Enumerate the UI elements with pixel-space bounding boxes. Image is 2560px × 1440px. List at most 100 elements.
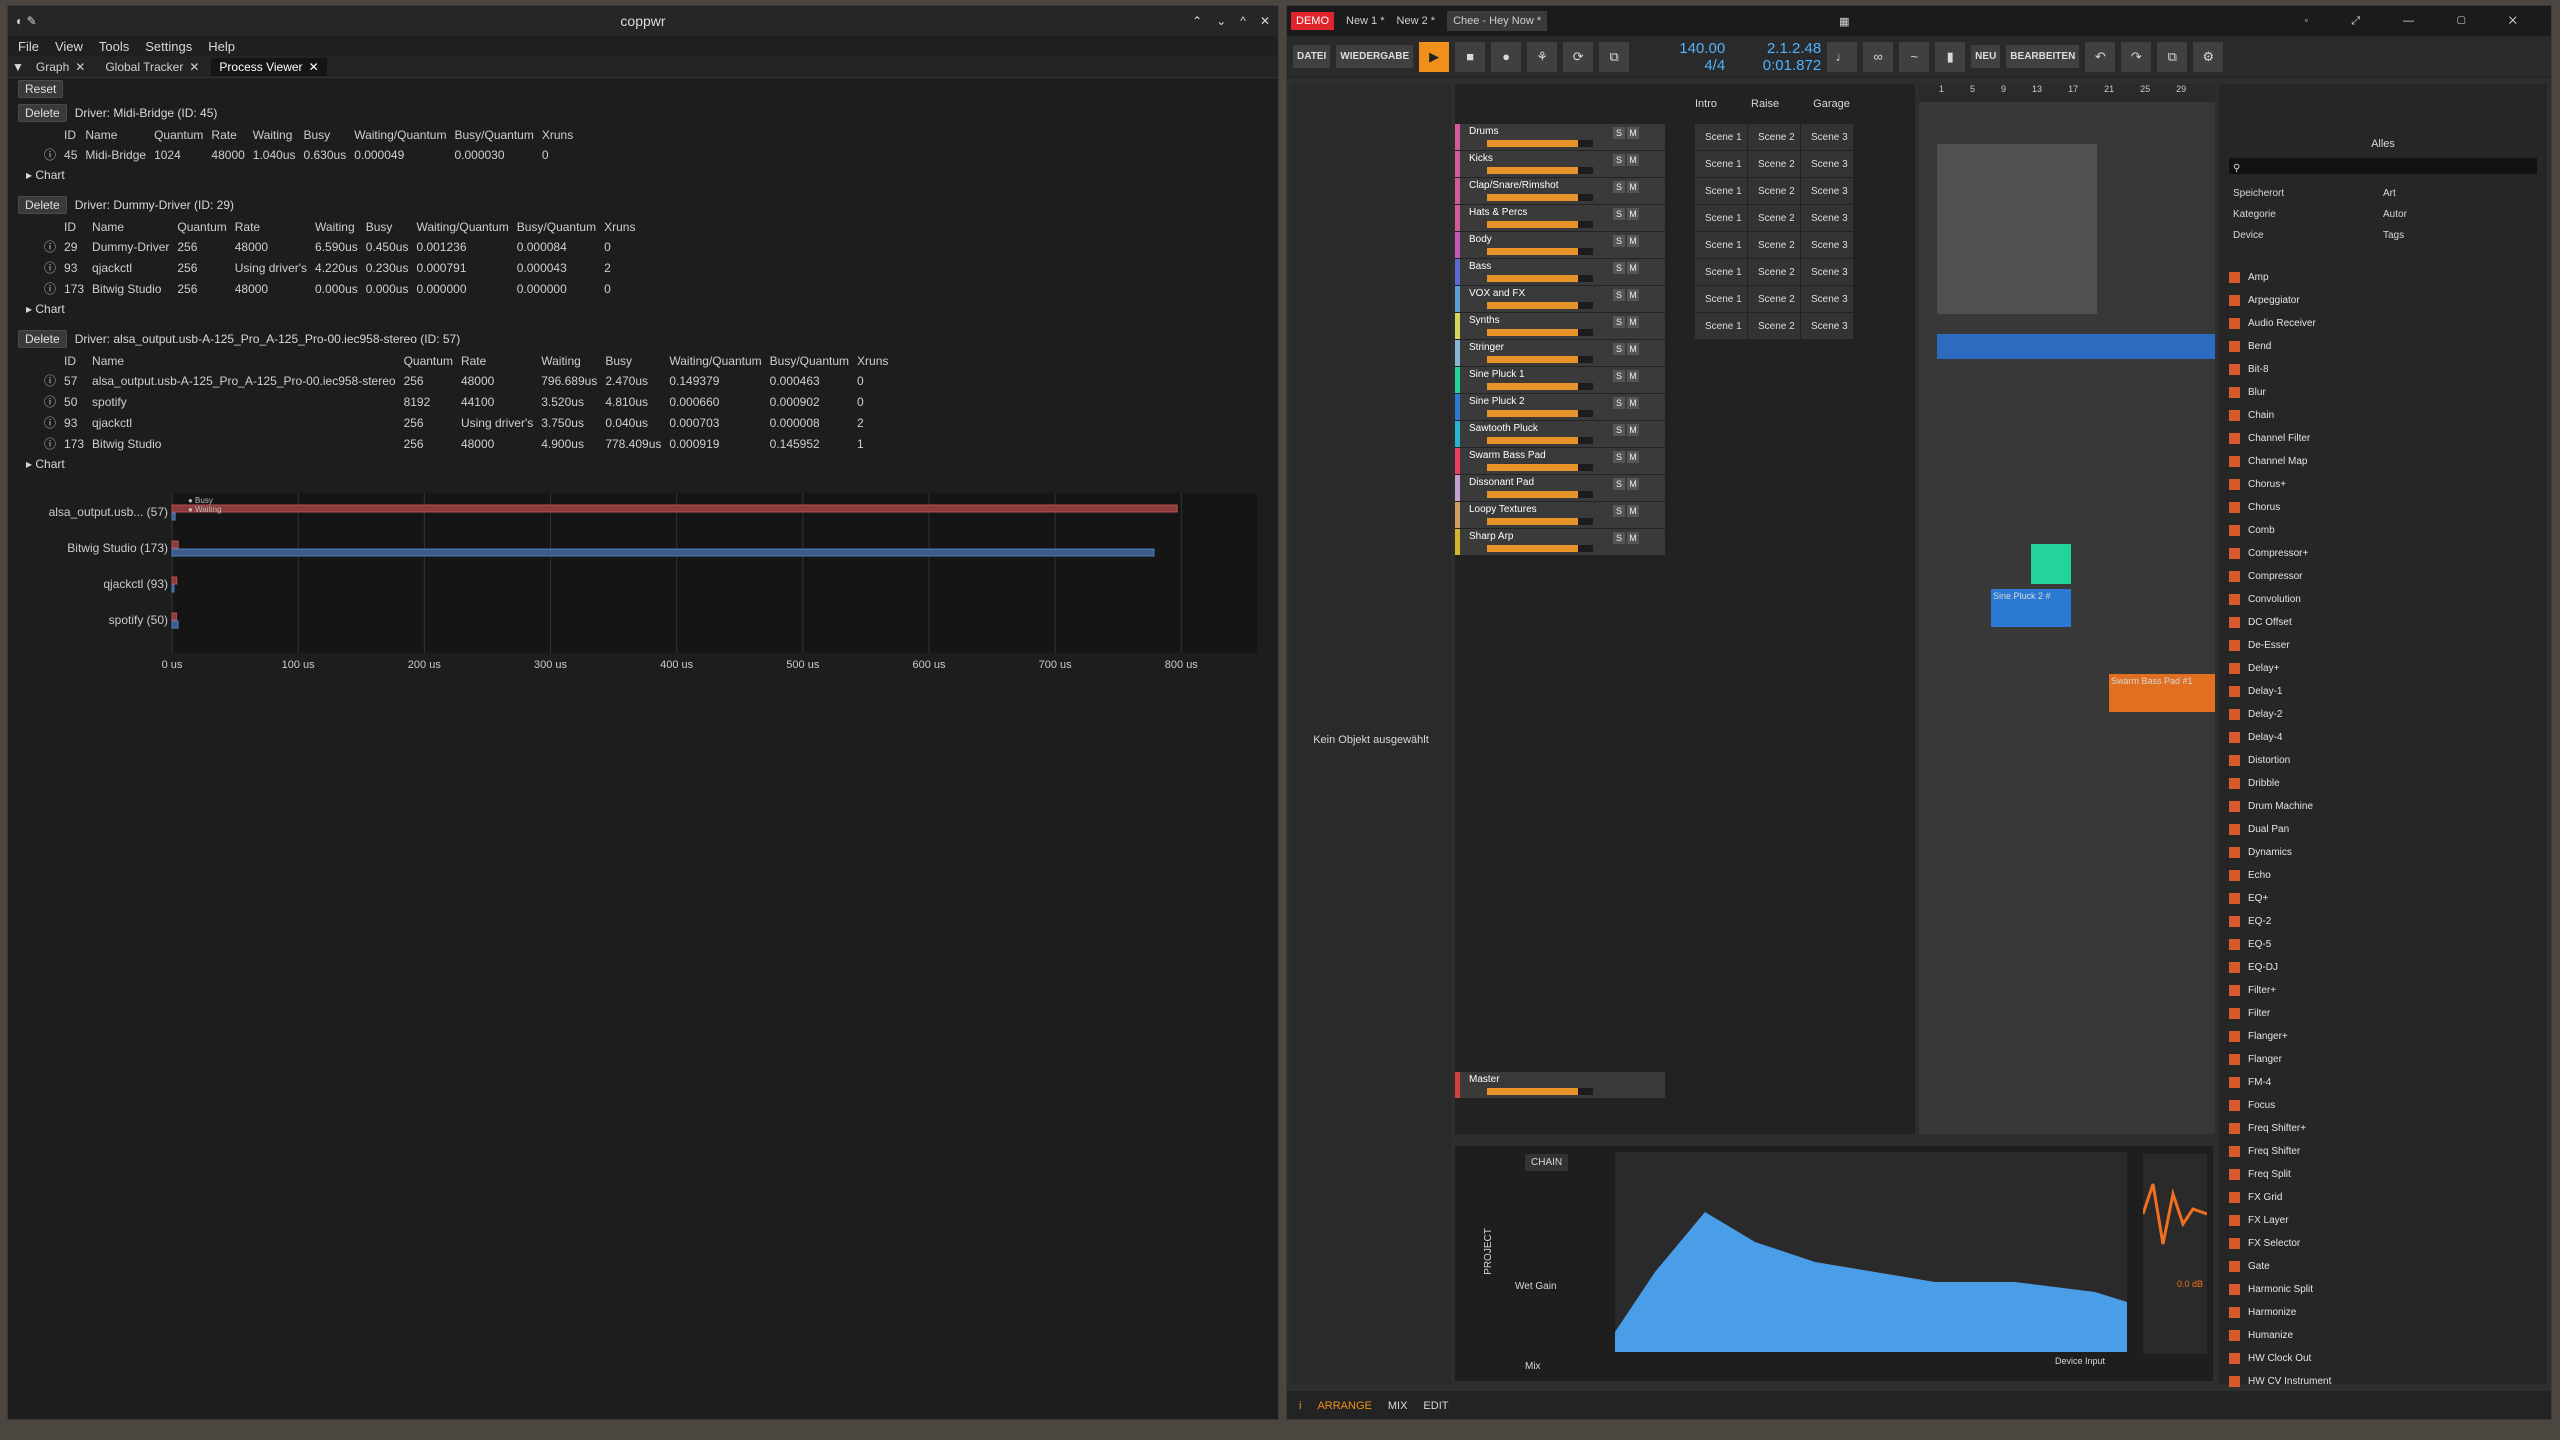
chevron-up-icon[interactable]: ⌃ <box>1192 14 1202 28</box>
close-icon[interactable]: ✕ <box>75 60 85 74</box>
device-list-item[interactable]: Filter <box>2223 1002 2433 1025</box>
menu-file[interactable]: File <box>18 39 39 54</box>
timeline-ruler[interactable]: 1 5 9 13 17 21 25 29 <box>1919 84 2215 102</box>
device-list-item[interactable]: Arpeggiator <box>2223 289 2433 312</box>
volume-fader[interactable] <box>1487 545 1593 552</box>
menu-settings[interactable]: Settings <box>145 39 192 54</box>
tab-menu-icon[interactable]: ▼ <box>12 60 24 74</box>
tab-project[interactable]: Chee - Hey Now * <box>1447 11 1548 31</box>
overdub-icon[interactable]: ⧉ <box>1599 41 1630 72</box>
window-controls[interactable]: ⌃ ⌄ ^ ✕ <box>1192 14 1270 28</box>
device-list-item[interactable]: Channel Filter <box>2223 427 2433 450</box>
automation-icon[interactable]: ⚘ <box>1527 41 1558 72</box>
clip-slot[interactable]: Scene 2 <box>1748 259 1800 286</box>
solo-button[interactable]: S <box>1613 235 1625 247</box>
device-list-item[interactable]: Chain <box>2223 404 2433 427</box>
reset-button[interactable]: Reset <box>18 80 64 98</box>
track-header[interactable]: Body S M <box>1455 232 1665 259</box>
track-header[interactable]: Kicks S M <box>1455 151 1665 178</box>
solo-button[interactable]: S <box>1613 316 1625 328</box>
tab-new2[interactable]: New 2 * <box>1397 15 1436 27</box>
clip-slot[interactable]: Scene 1 <box>1695 151 1747 178</box>
volume-fader[interactable] <box>1487 221 1593 228</box>
filter-item[interactable]: Art <box>2383 188 2533 199</box>
device-list-item[interactable]: Gate <box>2223 1255 2433 1278</box>
scene-header[interactable]: Intro <box>1695 98 1717 110</box>
sine-pluck-2-clip[interactable]: Sine Pluck 2 # <box>1991 589 2071 627</box>
device-list-item[interactable]: Bend <box>2223 335 2433 358</box>
mute-button[interactable]: M <box>1627 424 1639 436</box>
info-icon[interactable]: ⓘ <box>44 370 64 391</box>
mute-button[interactable]: M <box>1627 505 1639 517</box>
solo-button[interactable]: S <box>1613 451 1625 463</box>
device-list-item[interactable]: FX Layer <box>2223 1209 2433 1232</box>
mute-button[interactable]: M <box>1627 532 1639 544</box>
clip-slot[interactable]: Scene 1 <box>1695 259 1747 286</box>
mute-button[interactable]: M <box>1627 343 1639 355</box>
solo-button[interactable]: S <box>1613 505 1625 517</box>
grid-icon[interactable]: ▦ <box>1839 15 1849 28</box>
device-list-item[interactable]: Amp <box>2223 266 2433 289</box>
window-controls[interactable]: ◦ ⤢ — ▢ ✕ <box>2304 15 2537 28</box>
volume-fader[interactable] <box>1487 302 1593 309</box>
device-list-item[interactable]: Freq Shifter <box>2223 1140 2433 1163</box>
device-list-item[interactable]: Freq Split <box>2223 1163 2433 1186</box>
device-list-item[interactable]: Channel Map <box>2223 450 2433 473</box>
device-list-item[interactable]: Chorus <box>2223 496 2433 519</box>
mix-tab[interactable]: MIX <box>1388 1400 1408 1412</box>
volume-fader[interactable] <box>1487 275 1593 282</box>
device-list-item[interactable]: Harmonize <box>2223 1301 2433 1324</box>
track-header[interactable]: Stringer S M <box>1455 340 1665 367</box>
loop-icon[interactable]: ⟳ <box>1563 41 1594 72</box>
datei-button[interactable]: DATEI <box>1293 45 1331 68</box>
solo-button[interactable]: S <box>1613 154 1625 166</box>
solo-button[interactable]: S <box>1613 343 1625 355</box>
device-list-item[interactable]: Delay-1 <box>2223 680 2433 703</box>
time-signature[interactable]: 4/4 <box>1635 57 1725 74</box>
track-header[interactable]: VOX and FX S M <box>1455 286 1665 313</box>
browser-search[interactable]: ⚲ <box>2229 158 2537 174</box>
device-list-item[interactable]: Freq Shifter+ <box>2223 1117 2433 1140</box>
solo-button[interactable]: S <box>1613 208 1625 220</box>
info-icon[interactable]: ⓘ <box>44 412 64 433</box>
clip-slot[interactable]: Scene 3 <box>1801 232 1853 259</box>
clip-slot[interactable]: Scene 1 <box>1695 205 1747 232</box>
device-list-item[interactable]: Delay+ <box>2223 657 2433 680</box>
chart-toggle[interactable]: ▸ Chart <box>26 302 1268 316</box>
delete-button[interactable]: Delete <box>18 330 67 348</box>
mute-button[interactable]: M <box>1627 478 1639 490</box>
bearbeiten-button[interactable]: BEARBEITEN <box>2006 45 2080 68</box>
clip-slot[interactable]: Scene 2 <box>1748 205 1800 232</box>
device-list-item[interactable]: EQ+ <box>2223 887 2433 910</box>
menu-view[interactable]: View <box>55 39 83 54</box>
chevron-down-icon[interactable]: ⌄ <box>1216 14 1226 28</box>
tab-process-viewer[interactable]: Process Viewer ✕ <box>211 57 327 76</box>
scene-header[interactable]: Garage <box>1813 98 1850 110</box>
mute-button[interactable]: M <box>1627 316 1639 328</box>
device-input-label[interactable]: Device Input <box>2055 1356 2105 1366</box>
menu-help[interactable]: Help <box>208 39 235 54</box>
device-list-item[interactable]: Blur <box>2223 381 2433 404</box>
device-list-item[interactable]: FM-4 <box>2223 1071 2433 1094</box>
track-header[interactable]: Dissonant Pad S M <box>1455 475 1665 502</box>
info-icon[interactable]: ⓘ <box>44 278 64 299</box>
clip-slot[interactable]: Scene 2 <box>1748 151 1800 178</box>
clip-slot[interactable]: Scene 2 <box>1748 232 1800 259</box>
volume-fader[interactable] <box>1487 518 1593 525</box>
scene-header[interactable]: Raise <box>1751 98 1779 110</box>
device-list-item[interactable]: Drum Machine <box>2223 795 2433 818</box>
device-list-item[interactable]: EQ-DJ <box>2223 956 2433 979</box>
info-icon[interactable]: ⓘ <box>44 391 64 412</box>
mute-button[interactable]: M <box>1627 370 1639 382</box>
edit-tab[interactable]: EDIT <box>1423 1400 1448 1412</box>
clip-slot[interactable]: Scene 2 <box>1748 286 1800 313</box>
tab-new1[interactable]: New 1 * <box>1346 15 1385 27</box>
volume-fader[interactable] <box>1487 194 1593 201</box>
device-list-item[interactable]: Compressor <box>2223 565 2433 588</box>
clip-slot[interactable]: Scene 3 <box>1801 313 1853 340</box>
solo-button[interactable]: S <box>1613 532 1625 544</box>
mute-button[interactable]: M <box>1627 397 1639 409</box>
device-list-item[interactable]: Dual Pan <box>2223 818 2433 841</box>
device-list-item[interactable]: Dynamics <box>2223 841 2433 864</box>
device-list-item[interactable]: DC Offset <box>2223 611 2433 634</box>
